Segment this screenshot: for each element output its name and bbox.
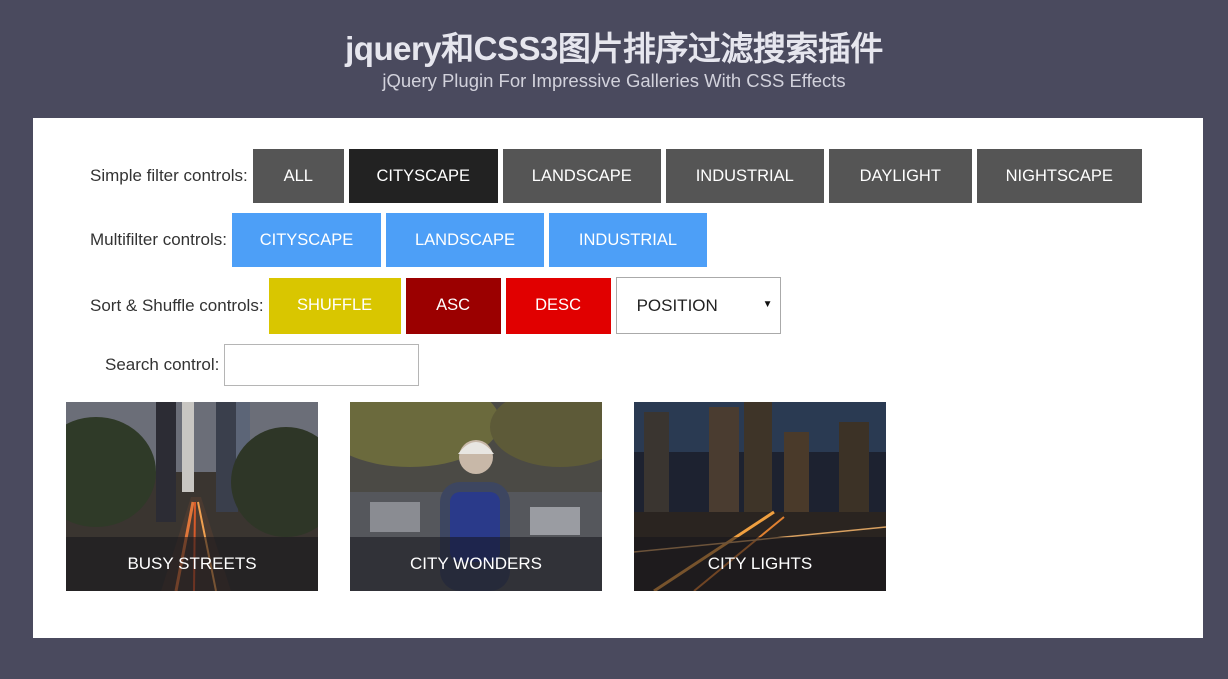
sort-asc-button[interactable]: ASC <box>405 277 501 334</box>
simple-filter-row: Simple filter controls: ALL CITYSCAPE LA… <box>90 149 1147 203</box>
gallery-item[interactable]: CITY WONDERS <box>350 402 602 591</box>
filter-industrial-button[interactable]: INDUSTRIAL <box>665 149 824 203</box>
filter-nightscape-button[interactable]: NIGHTSCAPE <box>976 149 1142 203</box>
gallery-item[interactable]: CITY LIGHTS <box>634 402 886 591</box>
search-row: Search control: <box>105 344 420 386</box>
shuffle-button[interactable]: SHUFFLE <box>268 277 401 334</box>
multifilter-landscape-button[interactable]: LANDSCAPE <box>385 213 544 267</box>
gallery-caption: CITY WONDERS <box>350 537 602 591</box>
multifilter-cityscape-button[interactable]: CITYSCAPE <box>231 213 381 267</box>
filter-all-button[interactable]: ALL <box>252 149 344 203</box>
simple-filter-label: Simple filter controls: <box>90 166 248 185</box>
multifilter-label: Multifilter controls: <box>90 230 227 249</box>
page-subtitle: jQuery Plugin For Impressive Galleries W… <box>382 70 846 91</box>
gallery-caption: CITY LIGHTS <box>634 537 886 591</box>
search-input[interactable] <box>224 344 420 386</box>
sort-row: Sort & Shuffle controls: SHUFFLE ASC DES… <box>90 277 781 334</box>
filter-landscape-button[interactable]: LANDSCAPE <box>502 149 661 203</box>
filter-cityscape-button[interactable]: CITYSCAPE <box>348 149 498 203</box>
multifilter-row: Multifilter controls: CITYSCAPE LANDSCAP… <box>90 213 712 267</box>
search-label: Search control: <box>105 355 220 374</box>
sort-desc-button[interactable]: DESC <box>505 277 611 334</box>
sort-label: Sort & Shuffle controls: <box>90 295 264 315</box>
gallery-caption: BUSY STREETS <box>66 537 318 591</box>
page-title: jquery和CSS3图片排序过滤搜索插件 <box>345 30 883 67</box>
multifilter-industrial-button[interactable]: INDUSTRIAL <box>548 213 707 267</box>
filter-daylight-button[interactable]: DAYLIGHT <box>828 149 972 203</box>
sort-select[interactable]: POSITION ▼ <box>615 277 781 334</box>
chevron-down-icon: ▼ <box>762 299 773 310</box>
gallery-panel: Simple filter controls: ALL CITYSCAPE LA… <box>33 118 1203 638</box>
sort-select-value: POSITION <box>636 295 718 315</box>
gallery-item[interactable]: BUSY STREETS <box>66 402 318 591</box>
